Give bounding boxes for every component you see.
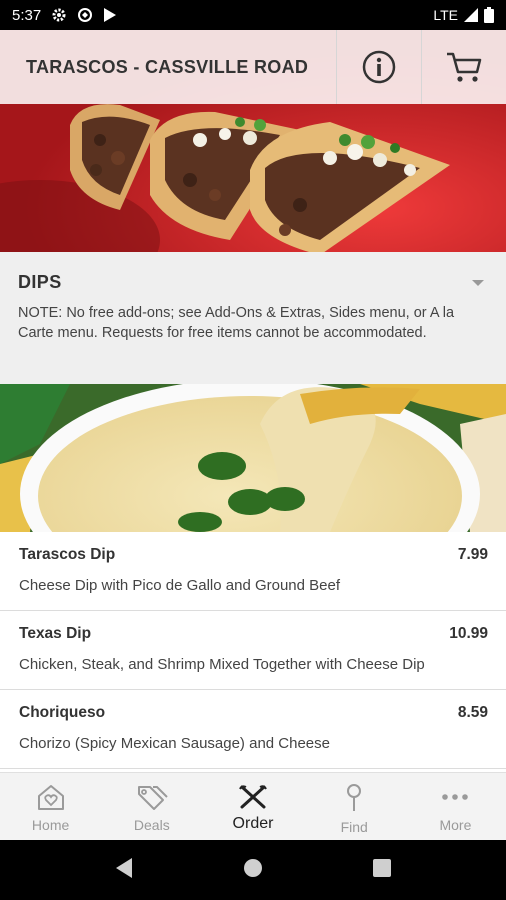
- nav-order-label: Order: [232, 815, 274, 832]
- menu-item-price: 8.59: [457, 704, 488, 721]
- home-heart-icon: [37, 785, 64, 810]
- app-header: TARASCOS - CASSVILLE ROAD: [0, 30, 506, 104]
- nav-more[interactable]: More: [405, 773, 506, 840]
- status-bar: 5:37 LTE: [0, 0, 506, 30]
- home-circle-icon[interactable]: [242, 857, 264, 884]
- category-section[interactable]: DIPS NOTE: No free add-ons; see Add-Ons …: [0, 252, 506, 384]
- nav-home-label: Home: [31, 817, 70, 833]
- play-store-icon: [103, 7, 117, 23]
- hero-image: TARASCOS - CASSVILLE ROAD: [0, 30, 506, 252]
- network-type: LTE: [433, 7, 458, 23]
- cheese-dip-illustration: [0, 384, 506, 532]
- map-pin-icon: [347, 784, 362, 811]
- nav-order[interactable]: Order: [202, 773, 303, 840]
- data-saver-icon: [77, 7, 93, 23]
- nav-deals[interactable]: Deals: [101, 773, 202, 840]
- more-dots-icon: [442, 794, 469, 800]
- nav-deals-label: Deals: [133, 817, 170, 833]
- menu-item-price: 7.99: [457, 546, 488, 563]
- cart-icon: [447, 52, 482, 82]
- battery-icon: [484, 7, 494, 23]
- menu-item-price: 10.99: [449, 625, 488, 642]
- menu-item-name: Tarascos Dip: [19, 546, 116, 563]
- cart-button[interactable]: [421, 30, 506, 104]
- signal-icon: [464, 8, 478, 22]
- recents-square-icon[interactable]: [372, 858, 392, 883]
- settings-gear-icon: [51, 7, 67, 23]
- category-note: NOTE: No free add-ons; see Add-Ons & Ext…: [18, 305, 455, 341]
- restaurant-name: TARASCOS - CASSVILLE ROAD: [26, 56, 309, 77]
- menu-list: Tarascos Dip 7.99 Cheese Dip with Pico d…: [0, 532, 506, 772]
- menu-item-name: Choriqueso: [19, 704, 106, 721]
- status-time: 5:37: [12, 6, 42, 24]
- nav-find-label: Find: [340, 819, 368, 835]
- chevron-down-icon[interactable]: [472, 279, 484, 286]
- nav-find[interactable]: Find: [304, 773, 405, 840]
- dip-image: [0, 384, 506, 532]
- back-icon[interactable]: [114, 857, 134, 884]
- nav-more-label: More: [439, 817, 472, 833]
- tags-icon: [137, 786, 168, 810]
- menu-item-description: Cheese Dip with Pico de Gallo and Ground…: [19, 577, 341, 594]
- menu-item[interactable]: Texas Dip 10.99 Chicken, Steak, and Shri…: [0, 611, 506, 690]
- info-button[interactable]: [336, 30, 421, 104]
- utensils-icon: [239, 785, 267, 809]
- menu-item[interactable]: Tarascos Dip 7.99 Cheese Dip with Pico d…: [0, 532, 506, 611]
- nav-home[interactable]: Home: [0, 773, 101, 840]
- menu-item-name: Texas Dip: [19, 625, 92, 642]
- bottom-nav: Home Deals Order Find More: [0, 772, 506, 840]
- info-icon: [362, 50, 396, 84]
- menu-item-description: Chicken, Steak, and Shrimp Mixed Togethe…: [19, 656, 425, 673]
- menu-item[interactable]: Choriqueso 8.59 Chorizo (Spicy Mexican S…: [0, 690, 506, 769]
- category-title: DIPS: [18, 272, 62, 292]
- system-nav-bar: [0, 840, 506, 900]
- menu-item-description: Chorizo (Spicy Mexican Sausage) and Chee…: [19, 735, 330, 752]
